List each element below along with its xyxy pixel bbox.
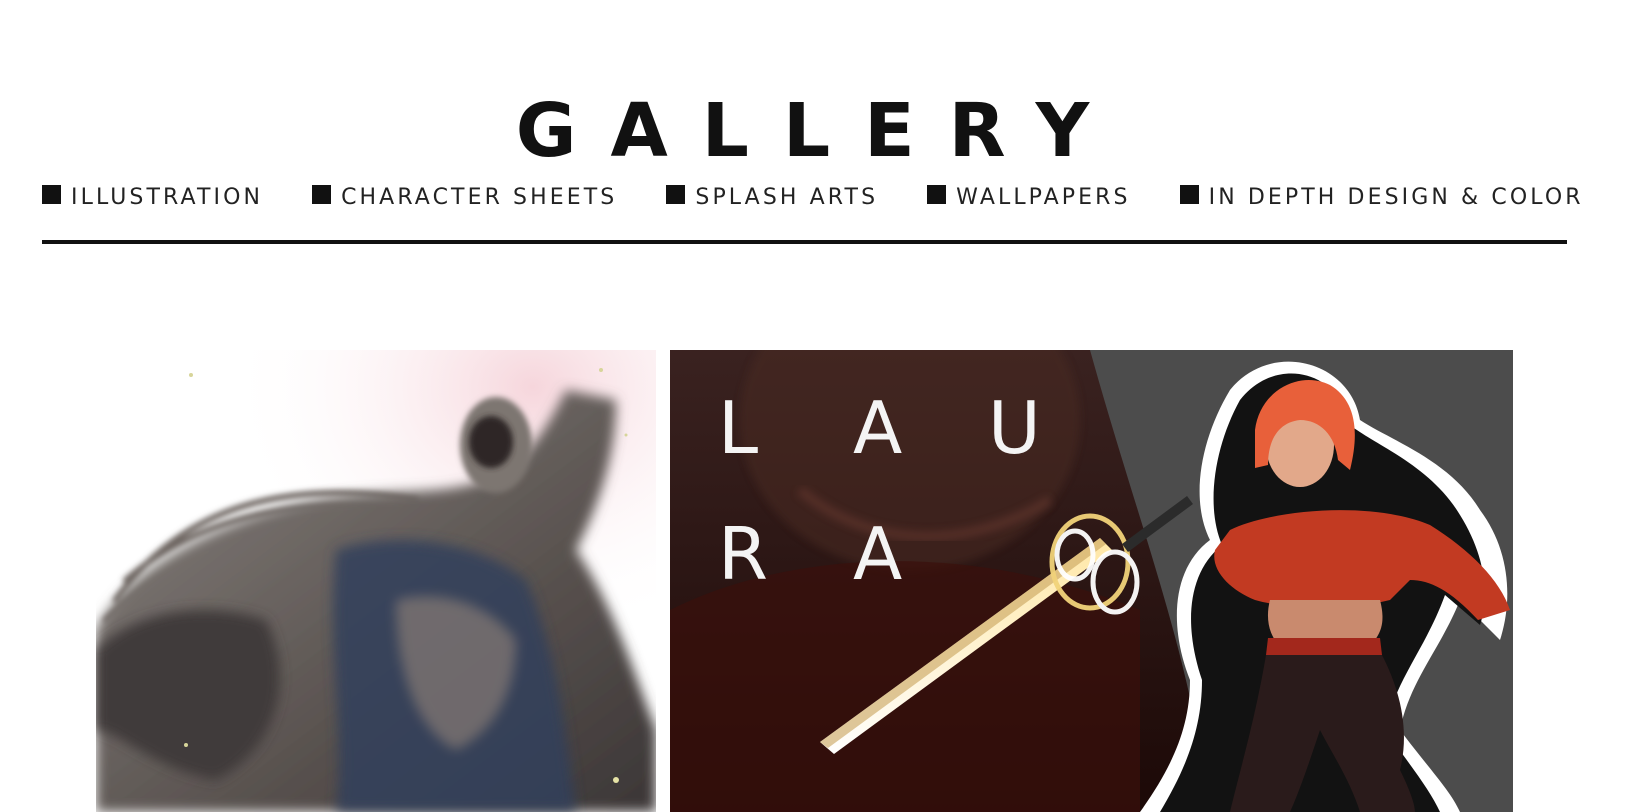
- page-title: GALLERY: [515, 87, 1124, 174]
- nav-item-label: ILLUSTRATION: [71, 184, 264, 210]
- square-bullet-icon: [927, 184, 947, 204]
- nav-item-label: WALLPAPERS: [956, 184, 1131, 210]
- nav-divider: [42, 240, 1567, 244]
- gallery-image-laura[interactable]: L A U R A: [670, 350, 1513, 812]
- title-letter-l: L: [718, 386, 759, 470]
- square-bullet-icon: [312, 184, 332, 204]
- gallery-category-nav: ILLUSTRATION CHARACTER SHEETS SPLASH ART…: [42, 180, 1584, 214]
- square-bullet-icon: [42, 184, 61, 204]
- nav-item-splash-arts[interactable]: SPLASH ARTS: [666, 184, 879, 210]
- title-letter-a2: A: [853, 512, 903, 596]
- title-letter-u: U: [988, 386, 1041, 470]
- title-letter-a: A: [853, 386, 903, 470]
- character-splash-artwork-icon: [670, 350, 1513, 812]
- nav-item-illustration[interactable]: ILLUSTRATION: [42, 184, 264, 210]
- nav-item-label: IN DEPTH DESIGN & COLOR: [1208, 184, 1584, 210]
- nav-item-wallpapers[interactable]: WALLPAPERS: [927, 184, 1131, 210]
- square-bullet-icon: [666, 184, 686, 204]
- nav-item-label: CHARACTER SHEETS: [341, 184, 618, 210]
- nav-item-character-sheets[interactable]: CHARACTER SHEETS: [312, 184, 618, 210]
- title-letter-r: R: [718, 512, 769, 596]
- gallery-image-knight[interactable]: [96, 350, 656, 812]
- nav-item-in-depth-design-color[interactable]: IN DEPTH DESIGN & COLOR: [1179, 184, 1584, 210]
- knight-artwork-icon: [96, 350, 656, 812]
- square-bullet-icon: [1179, 184, 1199, 204]
- nav-item-label: SPLASH ARTS: [695, 184, 879, 210]
